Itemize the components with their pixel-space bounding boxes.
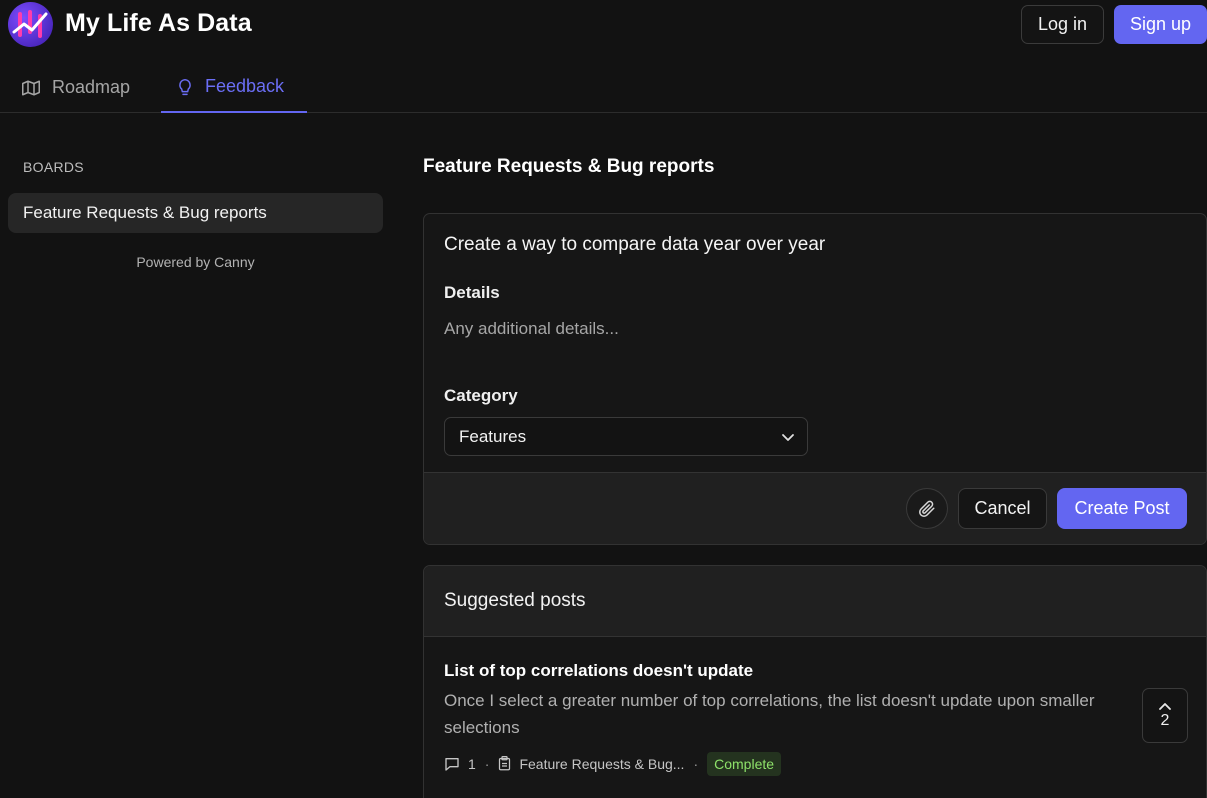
clipboard-icon: [499, 756, 511, 771]
suggested-posts-panel: Suggested posts List of top correlations…: [423, 565, 1207, 798]
logo-chart-icon: [12, 10, 48, 38]
login-button[interactable]: Log in: [1021, 5, 1104, 44]
category-label: Category: [444, 386, 518, 405]
boards-heading: BOARDS: [23, 159, 84, 175]
tab-feedback-label: Feedback: [205, 76, 285, 96]
nav-tabs: Roadmap Feedback: [0, 62, 1207, 113]
details-input[interactable]: Any additional details...: [444, 319, 619, 339]
chevron-down-icon: [782, 434, 794, 441]
meta-separator: ·: [484, 755, 490, 772]
upvote-button[interactable]: 2: [1142, 688, 1188, 743]
suggested-posts-title: Suggested posts: [444, 590, 586, 611]
board-title: Feature Requests & Bug reports: [423, 156, 715, 177]
comment-icon: [445, 757, 459, 771]
paperclip-icon: [919, 500, 935, 517]
comment-count: 1: [468, 755, 476, 772]
form-footer: Cancel Create Post: [424, 472, 1206, 544]
create-post-form: Create a way to compare data year over y…: [423, 213, 1207, 545]
app-title[interactable]: My Life As Data: [65, 9, 252, 38]
signup-button[interactable]: Sign up: [1114, 5, 1207, 44]
lightbulb-icon: [179, 78, 191, 95]
vote-count: 2: [1160, 711, 1170, 729]
post-board-name[interactable]: Feature Requests & Bug...: [519, 756, 684, 772]
suggested-posts-header: Suggested posts: [424, 566, 1206, 637]
suggested-post-meta: 1 · Feature Requests & Bug... · Complete: [444, 751, 782, 776]
category-value: Features: [459, 426, 527, 446]
tab-roadmap[interactable]: Roadmap: [22, 62, 130, 113]
powered-by-link[interactable]: Powered by Canny: [8, 254, 383, 270]
details-label: Details: [444, 283, 500, 302]
map-icon: [22, 80, 40, 95]
chevron-up-icon: [1159, 702, 1171, 710]
attach-file-button[interactable]: [906, 488, 948, 529]
create-post-button[interactable]: Create Post: [1057, 488, 1187, 529]
post-title-input[interactable]: Create a way to compare data year over y…: [444, 234, 825, 256]
top-header: My Life As Data Log in Sign up: [0, 0, 1207, 50]
tab-feedback[interactable]: Feedback: [161, 62, 307, 113]
suggested-post-description: Once I select a greater number of top co…: [444, 691, 1095, 737]
suggested-post-title[interactable]: List of top correlations doesn't update: [444, 661, 753, 681]
cancel-button[interactable]: Cancel: [958, 488, 1047, 529]
board-item-feature-requests[interactable]: Feature Requests & Bug reports: [8, 193, 383, 233]
category-select[interactable]: Features: [444, 417, 808, 456]
status-badge: Complete: [707, 751, 782, 776]
app-logo[interactable]: [8, 2, 53, 47]
tab-roadmap-label: Roadmap: [52, 77, 131, 97]
meta-separator: ·: [693, 755, 699, 772]
